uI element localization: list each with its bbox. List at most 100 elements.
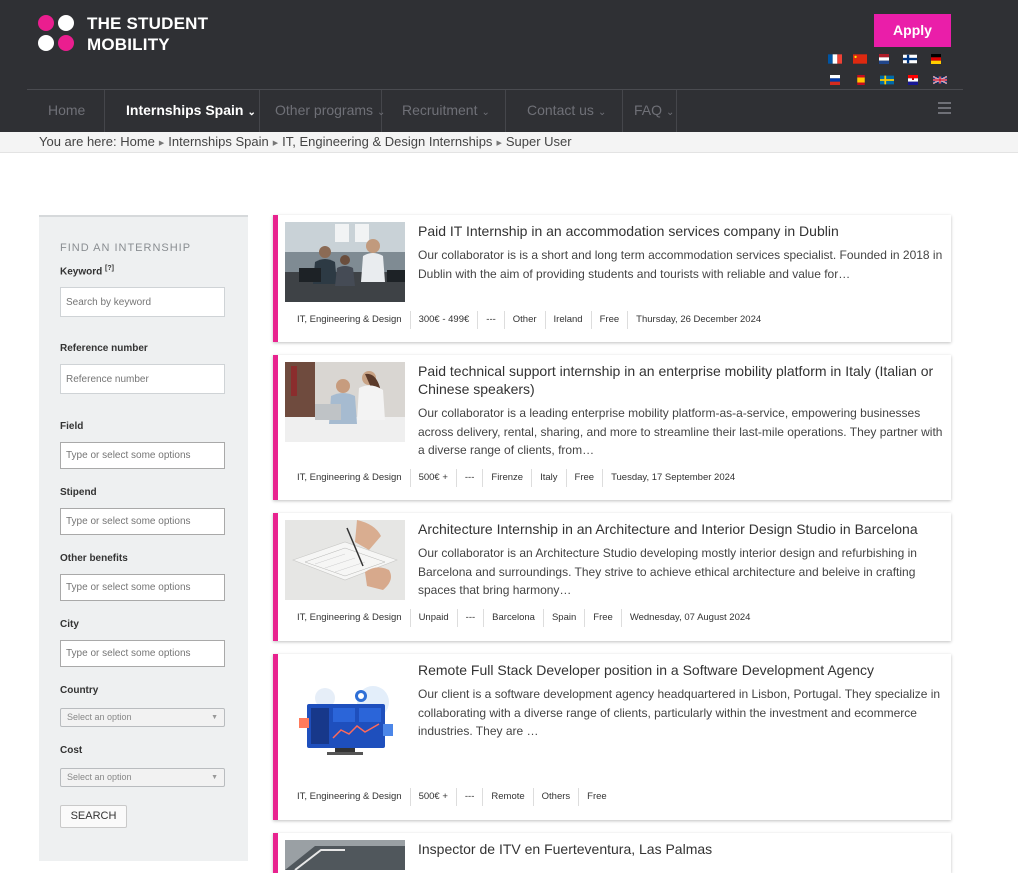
- dropdown-arrow-icon: ▼: [211, 714, 218, 721]
- sidebar-title: FIND AN INTERNSHIP: [60, 242, 192, 254]
- reference-input[interactable]: [60, 364, 225, 394]
- benefits-multiselect[interactable]: [60, 574, 225, 601]
- meta-city: Firenze: [482, 469, 531, 487]
- spanish-flag-icon[interactable]: [854, 75, 868, 85]
- architecture-drawing-image[interactable]: [285, 520, 405, 600]
- german-flag-icon[interactable]: [929, 54, 943, 64]
- listing-description: Our client is a software development age…: [418, 687, 941, 738]
- listing-card[interactable]: Paid technical support internship in an …: [273, 355, 951, 500]
- menu-icon[interactable]: [938, 102, 951, 117]
- logo-dot-icon: [38, 35, 54, 51]
- developer-dashboard-image[interactable]: [285, 674, 405, 764]
- listing-card[interactable]: Paid IT Internship in an accommodation s…: [273, 215, 951, 342]
- cost-select[interactable]: Select an option ▼: [60, 768, 225, 787]
- nav-other-programs[interactable]: Other programs ⌄: [260, 90, 385, 133]
- nav-recruitment[interactable]: Recruitment ⌄: [382, 90, 506, 133]
- office-team-image[interactable]: [285, 222, 405, 302]
- nav-other-programs-label: Other programs: [275, 102, 374, 118]
- nav-contact-us[interactable]: Contact us ⌄: [506, 90, 623, 133]
- listing-title[interactable]: Inspector de ITV en Fuerteventura, Las P…: [418, 840, 943, 858]
- nav-faq-label: FAQ: [634, 102, 663, 118]
- listing-title[interactable]: Remote Full Stack Developer position in …: [418, 661, 943, 679]
- keyword-label: Keyword [?]: [60, 265, 114, 277]
- chinese-flag-icon[interactable]: [853, 54, 867, 64]
- listing-card[interactable]: Architecture Internship in an Architectu…: [273, 513, 951, 641]
- logo-dot-icon: [58, 15, 74, 31]
- finnish-flag-icon[interactable]: [903, 54, 917, 64]
- stipend-multiselect[interactable]: [60, 508, 225, 535]
- french-flag-icon[interactable]: [828, 54, 842, 64]
- apply-button[interactable]: Apply: [874, 14, 951, 47]
- meta-stipend: Unpaid: [409, 609, 457, 627]
- dutch-flag-icon[interactable]: [877, 54, 891, 64]
- dropdown-arrow-icon: ▼: [211, 774, 218, 781]
- breadcrumb-home[interactable]: Home: [120, 134, 155, 149]
- uk-flag-icon[interactable]: [933, 75, 947, 85]
- nav-contact-us-label: Contact us: [527, 102, 594, 118]
- country-select[interactable]: Select an option ▼: [60, 708, 225, 727]
- vehicle-inspection-image[interactable]: [285, 840, 405, 870]
- search-button[interactable]: SEARCH: [60, 805, 127, 828]
- meta-date: Wednesday, 07 August 2024: [620, 609, 759, 627]
- meta-country: Spain: [542, 609, 584, 627]
- city-multiselect[interactable]: [60, 640, 225, 667]
- meta-cost: Free: [565, 469, 603, 487]
- cost-select-value: Select an option: [67, 772, 132, 782]
- meta-cost: Free: [578, 788, 615, 806]
- listing-meta: IT, Engineering & Design 500€ + --- Firenze…: [291, 469, 743, 487]
- chevron-right-icon: ▶: [272, 140, 279, 147]
- meta-stipend: 500€ +: [409, 469, 456, 487]
- meta-cost: Free: [590, 311, 628, 329]
- meta-benefits: ---: [477, 311, 504, 329]
- keyword-input[interactable]: [60, 287, 225, 317]
- breadcrumb-internships-spain[interactable]: Internships Spain: [168, 134, 268, 149]
- listing-card[interactable]: Inspector de ITV en Fuerteventura, Las P…: [273, 833, 951, 873]
- listing-description: Our collaborator is an Architecture Stud…: [418, 546, 917, 597]
- russian-flag-icon[interactable]: [828, 75, 842, 85]
- listing-card[interactable]: Remote Full Stack Developer position in …: [273, 654, 951, 820]
- chevron-down-icon: ⌄: [247, 107, 256, 118]
- logo-line-1: THE STUDENT: [87, 14, 209, 33]
- logo-dot-icon: [38, 15, 54, 31]
- meta-stipend: 500€ +: [409, 788, 456, 806]
- listing-meta: IT, Engineering & Design 300€ - 499€ --- Ot…: [291, 311, 769, 329]
- nav-internships-spain[interactable]: Internships Spain ⌄: [105, 90, 260, 133]
- listing-description: Our collaborator is is a short and long …: [418, 248, 943, 281]
- swedish-flag-icon[interactable]: [880, 75, 894, 85]
- keyword-label-text: Keyword: [60, 266, 103, 278]
- meta-cost: Free: [584, 609, 621, 627]
- breadcrumb-category[interactable]: IT, Engineering & Design Internships: [282, 134, 492, 149]
- field-multiselect[interactable]: [60, 442, 225, 469]
- nav-internships-spain-label: Internships Spain: [126, 102, 244, 118]
- meta-field: IT, Engineering & Design: [297, 791, 402, 802]
- listing-title[interactable]: Paid technical support internship in an …: [418, 362, 943, 398]
- country-label: Country: [60, 685, 99, 696]
- croatian-flag-icon[interactable]: [906, 75, 920, 85]
- logo-dot-icon: [58, 35, 74, 51]
- main-nav: Home Internships Spain ⌄ Other programs ⌄ …: [27, 89, 963, 133]
- meta-benefits: ---: [456, 609, 484, 627]
- city-label: City: [60, 619, 79, 630]
- nav-home[interactable]: Home: [27, 90, 105, 133]
- listing-title[interactable]: Architecture Internship in an Architectu…: [418, 520, 943, 538]
- logo-text: THE STUDENT MOBILITY: [87, 13, 287, 55]
- meta-city: Barcelona: [483, 609, 543, 627]
- listing-title[interactable]: Paid IT Internship in an accommodation s…: [418, 222, 943, 240]
- meta-country: Ireland: [544, 311, 591, 329]
- meta-city: Remote: [482, 788, 532, 806]
- tech-support-image[interactable]: [285, 362, 405, 442]
- cost-label: Cost: [60, 745, 83, 756]
- keyword-help-link[interactable]: [?]: [105, 265, 114, 272]
- meta-city: Other: [503, 311, 545, 329]
- meta-country: Others: [532, 788, 579, 806]
- listing-meta: IT, Engineering & Design Unpaid --- Barcelo…: [291, 609, 758, 627]
- site-header: THE STUDENT MOBILITY Apply Home Internsh…: [0, 0, 1018, 133]
- chevron-right-icon: ▶: [158, 140, 165, 147]
- meta-field: IT, Engineering & Design: [297, 472, 402, 483]
- breadcrumb: You are here: Home ▶ Internships Spain ▶ IT,…: [0, 132, 1018, 153]
- nav-faq[interactable]: FAQ ⌄: [623, 90, 677, 133]
- country-select-value: Select an option: [67, 712, 132, 722]
- logo-line-2: MOBILITY: [87, 35, 170, 54]
- nav-recruitment-label: Recruitment: [402, 102, 478, 118]
- chevron-down-icon: ⌄: [597, 107, 607, 118]
